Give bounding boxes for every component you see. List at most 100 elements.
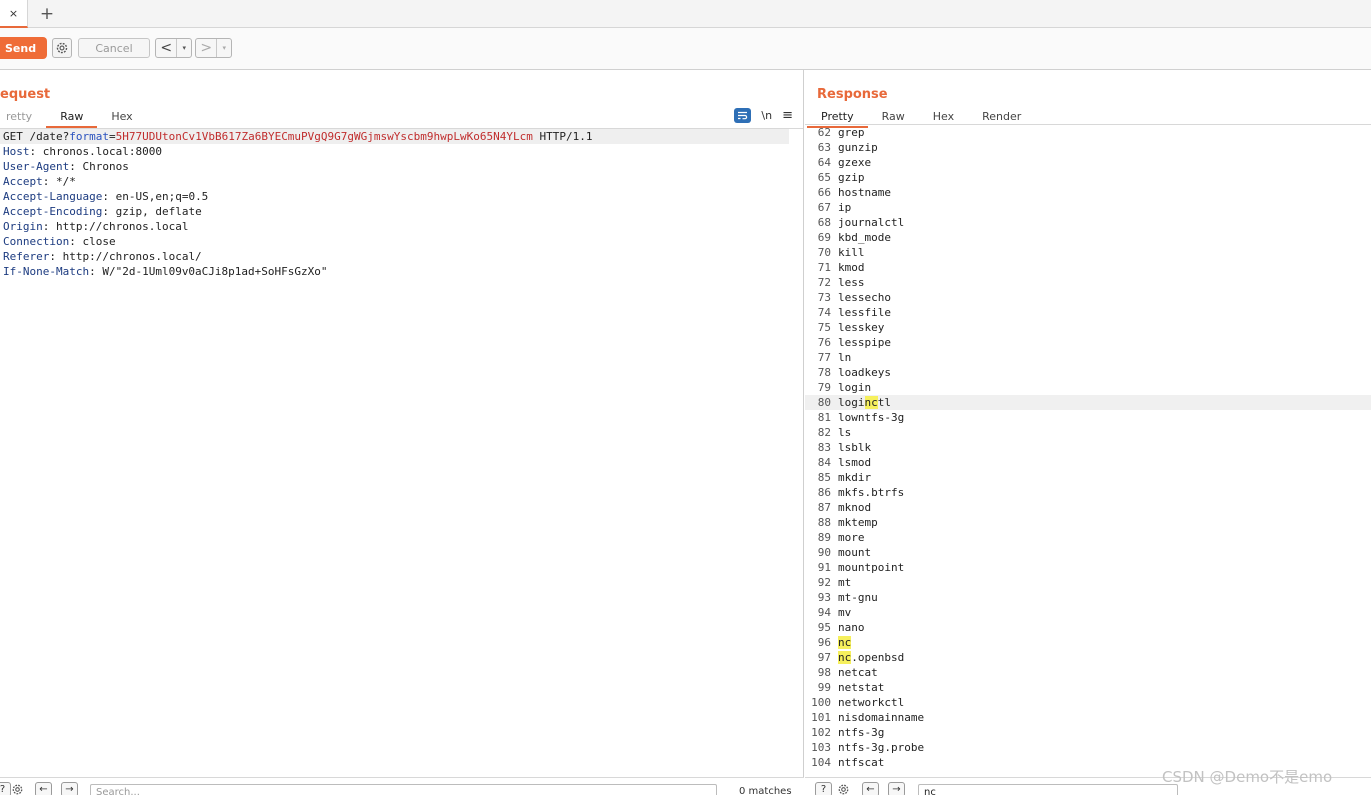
response-line[interactable]: 97 nc.openbsd [805,650,1371,665]
response-line[interactable]: 93 mt-gnu [805,590,1371,605]
line-text: mktemp [838,516,878,529]
response-line[interactable]: 85 mkdir [805,470,1371,485]
response-line[interactable]: 82 ls [805,425,1371,440]
response-line[interactable]: 89 more [805,530,1371,545]
send-button[interactable]: Send [0,37,47,59]
response-line[interactable]: 86 mkfs.btrfs [805,485,1371,500]
tab-raw[interactable]: Raw [46,108,98,128]
response-line[interactable]: 69 kbd_mode [805,230,1371,245]
header-value: */* [56,175,76,188]
line-number: 72 [817,276,831,289]
gear-icon[interactable] [835,782,852,795]
hamburger-menu-icon[interactable]: ≡ [782,108,793,123]
response-line[interactable]: 71 kmod [805,260,1371,275]
header-row[interactable]: Accept-Language: en-US,en;q=0.5 [0,189,803,204]
header-row[interactable]: Host: chronos.local:8000 [0,144,803,159]
chevron-right-icon[interactable]: > [196,39,218,57]
repeater-tab-1[interactable]: × [0,0,28,28]
arrow-right-icon[interactable]: → [61,782,78,795]
response-line[interactable]: 94 mv [805,605,1371,620]
response-search-input[interactable] [918,784,1178,795]
line-number: 76 [817,336,831,349]
back-button[interactable]: < ▾ [155,38,192,58]
dropdown-arrow-icon[interactable]: ▾ [217,44,231,52]
line-text: kmod [838,261,865,274]
tab-pretty[interactable]: retty [0,108,46,128]
request-editor[interactable]: GET /date?format=5H77UDUtonCv1VbB617Za6B… [0,128,803,776]
response-line[interactable]: 90 mount [805,545,1371,560]
header-name: User-Agent [3,160,70,173]
plus-icon[interactable]: + [36,3,58,25]
search-match-highlight: nc [864,396,878,409]
response-line[interactable]: 73 lessecho [805,290,1371,305]
response-line[interactable]: 80 loginctl [805,395,1371,410]
header-row[interactable]: Accept: */* [0,174,803,189]
response-line[interactable]: 102 ntfs-3g [805,725,1371,740]
response-line[interactable]: 96 nc [805,635,1371,650]
response-line[interactable]: 88 mktemp [805,515,1371,530]
response-line[interactable]: 99 netstat [805,680,1371,695]
tab-hex[interactable]: Hex [97,108,146,128]
response-line[interactable]: 79 login [805,380,1371,395]
response-line[interactable]: 66 hostname [805,185,1371,200]
line-text: kill [838,246,865,259]
response-editor[interactable]: 62 grep 63 gunzip 64 gzexe 65 gzip 66 hostname 67 i… [805,124,1371,772]
response-line[interactable]: 98 netcat [805,665,1371,680]
request-search-input[interactable] [90,784,717,795]
header-row[interactable]: If-None-Match: W/"2d-1Uml09v0aCJi8p1ad+S… [0,264,803,279]
response-line[interactable]: 74 lessfile [805,305,1371,320]
line-text: mountpoint [838,561,905,574]
response-line[interactable]: 91 mountpoint [805,560,1371,575]
response-line[interactable]: 87 mknod [805,500,1371,515]
forward-button[interactable]: > ▾ [195,38,232,58]
response-line[interactable]: 101 nisdomainname [805,710,1371,725]
header-row[interactable]: Accept-Encoding: gzip, deflate [0,204,803,219]
response-line[interactable]: 81 lowntfs-3g [805,410,1371,425]
arrow-right-icon[interactable]: → [888,782,905,795]
response-line[interactable]: 103 ntfs-3g.probe [805,740,1371,755]
dropdown-arrow-icon[interactable]: ▾ [177,44,191,52]
header-row[interactable]: Connection: close [0,234,803,249]
line-number: 79 [817,381,831,394]
header-row[interactable]: Referer: http://chronos.local/ [0,249,803,264]
response-line[interactable]: 72 less [805,275,1371,290]
response-line[interactable]: 68 journalctl [805,215,1371,230]
response-line[interactable]: 100 networkctl [805,695,1371,710]
line-text: gzip [838,171,865,184]
settings-button[interactable] [52,38,72,58]
response-line[interactable]: 77 ln [805,350,1371,365]
response-line[interactable]: 67 ip [805,200,1371,215]
arrow-left-icon[interactable]: ← [862,782,879,795]
header-name: Referer [3,250,50,263]
request-line[interactable]: GET /date?format=5H77UDUtonCv1VbB617Za6B… [0,129,789,144]
cancel-button[interactable]: Cancel [78,38,150,58]
response-line[interactable]: 84 lsmod [805,455,1371,470]
line-number: 89 [817,531,831,544]
response-line[interactable]: 76 lesspipe [805,335,1371,350]
response-line[interactable]: 65 gzip [805,170,1371,185]
line-number: 105 [805,770,831,772]
response-line[interactable]: 64 gzexe [805,155,1371,170]
gear-icon[interactable] [9,782,26,795]
close-icon[interactable]: × [9,7,18,20]
response-line[interactable]: 78 loadkeys [805,365,1371,380]
request-search-bar: ? ← → 0 matches [0,777,804,795]
response-line[interactable]: 92 mt [805,575,1371,590]
response-line[interactable]: 62 grep [805,125,1371,140]
header-name: Connection [3,235,70,248]
line-text: nc [831,635,852,650]
header-row[interactable]: User-Agent: Chronos [0,159,803,174]
chevron-left-icon[interactable]: < [156,39,178,57]
response-line[interactable]: 70 kill [805,245,1371,260]
header-value: close [82,235,116,248]
help-icon[interactable]: ? [815,782,832,795]
response-line[interactable]: 95 nano [805,620,1371,635]
word-wrap-button[interactable] [734,108,752,123]
header-row[interactable]: Origin: http://chronos.local [0,219,803,234]
arrow-left-icon[interactable]: ← [35,782,52,795]
response-line[interactable]: 83 lsblk [805,440,1371,455]
response-line[interactable]: 75 lesskey [805,320,1371,335]
show-newlines-button[interactable]: \n [761,109,772,122]
response-line[interactable]: 63 gunzip [805,140,1371,155]
line-text: ntfscluster [831,770,911,772]
